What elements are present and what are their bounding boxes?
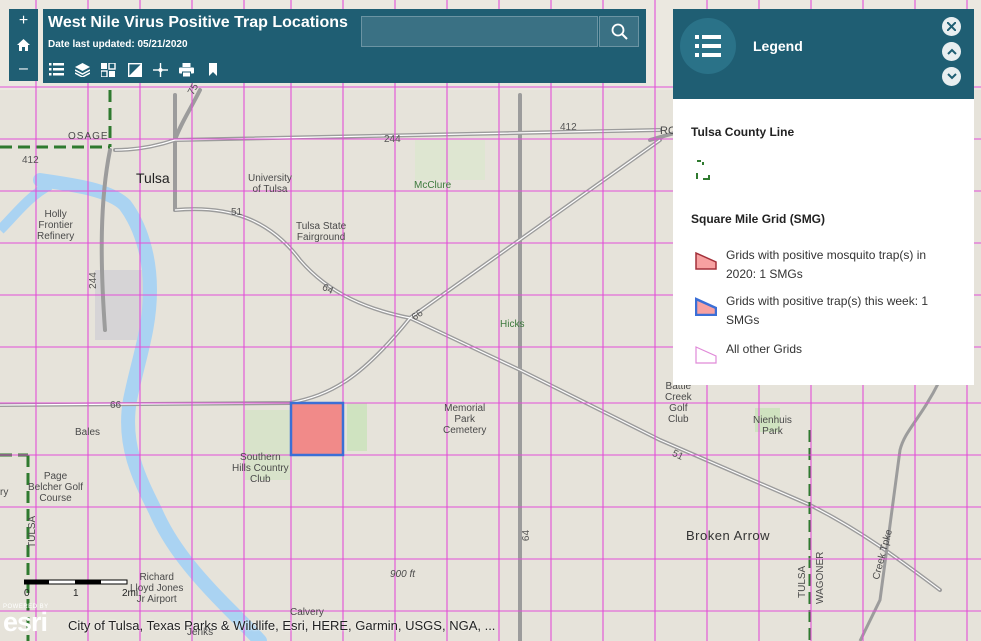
scale-label-one: 1 (73, 588, 79, 599)
legend-heading-county-line: Tulsa County Line (691, 125, 795, 139)
print-icon (179, 62, 194, 77)
header-panel: West Nile Virus Positive Trap Locations … (43, 9, 646, 83)
map-label-battle-creek: Battle Creek Golf Club (665, 381, 692, 425)
overview-tool-button[interactable] (126, 61, 143, 78)
route-shield-412a: 412 (560, 122, 577, 133)
map-label-page-belcher: Page Belcher Golf Course (28, 471, 84, 504)
app-title: West Nile Virus Positive Trap Locations (48, 14, 348, 31)
route-shield-66a: 66 (110, 400, 122, 411)
map-label-elevation: 900 ft (390, 569, 416, 580)
map-label-tulsa: Tulsa (136, 170, 170, 186)
scale-bar: 0 1 2mi (24, 579, 138, 599)
layers-tool-button[interactable] (74, 61, 91, 78)
legend-header: Legend (673, 9, 974, 99)
measure-tool-button[interactable] (152, 61, 169, 78)
route-shield-244b: 244 (87, 272, 99, 289)
print-tool-button[interactable] (178, 61, 195, 78)
zoom-in-button[interactable]: + (9, 9, 38, 33)
zoom-controls: + – (9, 9, 38, 81)
legend-title: Legend (753, 38, 803, 54)
chevron-up-icon (946, 48, 957, 55)
map-label-university: University of Tulsa (248, 173, 292, 195)
measure-icon (153, 62, 168, 77)
route-shield-412b: 412 (22, 155, 39, 166)
list-icon (695, 35, 721, 57)
list-icon (49, 63, 64, 76)
bookmark-icon (208, 63, 217, 76)
route-shield-64b: 64 (521, 529, 533, 542)
esri-logo[interactable]: POWERED BY esri (3, 604, 49, 637)
county-line-symbol (696, 160, 710, 180)
map-label-bales: Bales (75, 427, 101, 438)
map-attribution[interactable]: City of Tulsa, Texas Parks & Wildlife, E… (68, 618, 495, 633)
legend-item-positive-week: Grids with positive trap(s) this week: 1… (695, 292, 955, 330)
legend-item-positive-2020: Grids with positive mosquito trap(s) in … (695, 246, 955, 284)
app-subtitle: Date last updated: 05/21/2020 (48, 39, 188, 50)
chevron-down-icon (946, 73, 957, 80)
map-label-tulsa-county-right: TULSA (797, 565, 808, 598)
scale-label-two: 2mi (122, 588, 138, 599)
legend-item-label: Grids with positive mosquito trap(s) in … (726, 248, 927, 281)
search-input[interactable] (361, 16, 598, 47)
map-label-holly: Holly Frontier Refinery (37, 209, 75, 242)
layers-icon (75, 62, 90, 77)
scale-label-zero: 0 (24, 588, 30, 599)
basemap-icon (101, 62, 116, 77)
map-label-ry: ry (0, 487, 9, 498)
other-grids-swatch (695, 346, 717, 364)
map-label-wagoner: WAGONER (815, 551, 826, 604)
close-icon (947, 22, 956, 31)
legend-collapse-button[interactable] (942, 42, 961, 61)
home-button[interactable] (9, 33, 38, 57)
positive-week-swatch (695, 297, 717, 316)
map-label-memorial: Memorial Park Cemetery (443, 403, 487, 436)
map-label-calvery: Calvery (290, 607, 324, 618)
map-label-fairground: Tulsa State Fairground (296, 221, 347, 243)
zoom-out-button[interactable]: – (9, 57, 38, 81)
overview-icon (127, 62, 142, 77)
home-icon (17, 39, 30, 51)
legend-badge (680, 18, 736, 74)
map-label-tulsa-county-left: TULSA (27, 515, 38, 548)
legend-heading-smg: Square Mile Grid (SMG) (691, 212, 826, 226)
basemap-tool-button[interactable] (100, 61, 117, 78)
map-label-mcclure: McClure (414, 180, 452, 191)
legend-expand-button[interactable] (942, 67, 961, 86)
legend-item-label: Grids with positive trap(s) this week: 1… (726, 294, 929, 327)
positive-2020-swatch (695, 251, 717, 270)
search-icon (611, 23, 628, 40)
legend-tool-button[interactable] (48, 61, 65, 78)
map-label-osage: OSAGE (68, 131, 109, 142)
route-shield-244a: 244 (384, 134, 401, 145)
legend-item-other-grids: All other Grids (695, 340, 955, 364)
search-button[interactable] (599, 16, 639, 47)
map-label-hicks: Hicks (500, 319, 525, 330)
route-shield-51: 51 (231, 207, 243, 218)
map-label-nienhuis: Nienhuis Park (753, 415, 792, 437)
esri-wordmark: esri (3, 607, 48, 637)
map-label-southern-hills: Southern Hills Country Club (232, 452, 289, 485)
toolbar (48, 61, 221, 78)
legend-item-label: All other Grids (726, 342, 803, 356)
map-label-broken-arrow: Broken Arrow (686, 528, 771, 543)
legend-close-button[interactable] (942, 17, 961, 36)
bookmark-tool-button[interactable] (204, 61, 221, 78)
legend-panel: Legend Tulsa County Line Square Mile Gri… (673, 9, 974, 385)
